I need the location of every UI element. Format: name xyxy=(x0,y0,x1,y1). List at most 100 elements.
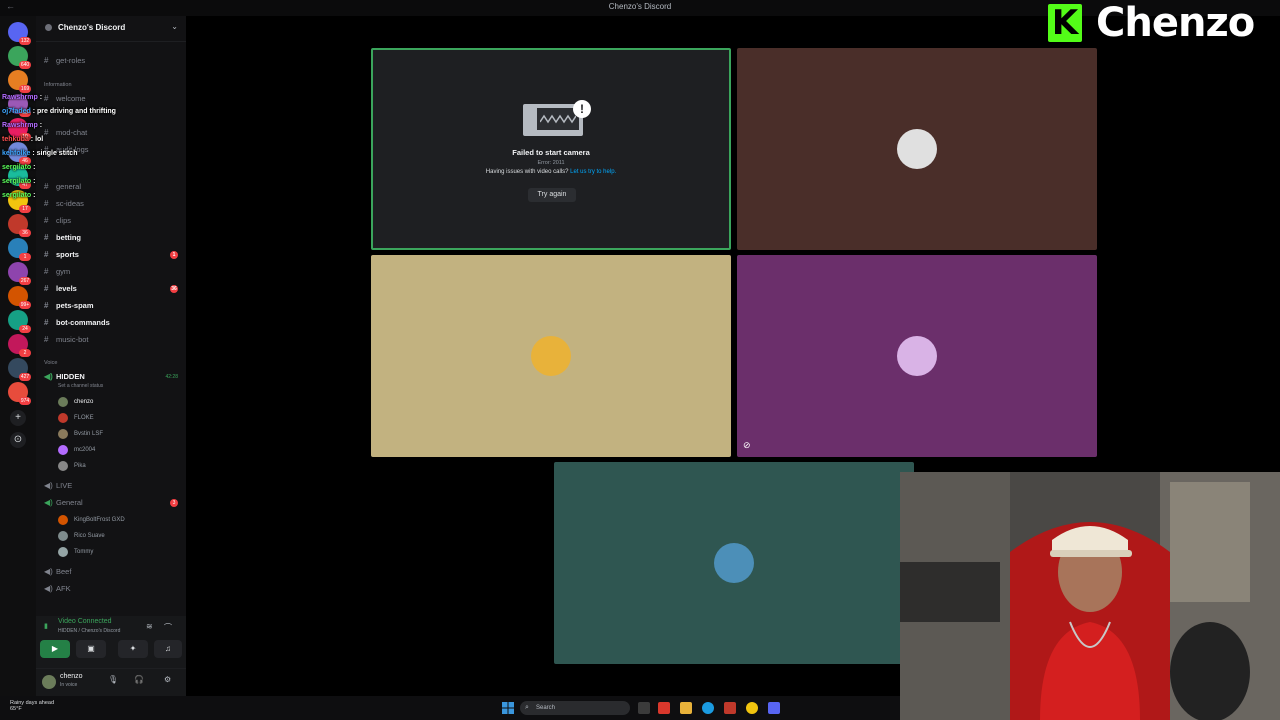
video-tile[interactable] xyxy=(371,255,731,457)
server-icon[interactable]: 267 xyxy=(8,262,31,285)
server-icon[interactable]: 2 xyxy=(8,334,31,357)
channel-label: get-roles xyxy=(56,56,86,65)
server-icon[interactable]: 640 xyxy=(8,46,31,69)
server-icon[interactable]: 1 xyxy=(8,238,31,261)
screen-share-button[interactable]: ▣ xyxy=(76,640,106,658)
try-again-button[interactable]: Try again xyxy=(528,188,576,202)
voice-channel-path[interactable]: HIDDEN / Chenzo's Discord xyxy=(58,628,120,634)
server-icon[interactable]: 974 xyxy=(8,382,31,405)
channel-gym[interactable]: # gym xyxy=(44,265,184,279)
server-header[interactable]: Chenzo's Discord ⌄ xyxy=(36,16,186,42)
voice-channel-hidden[interactable]: ◀) HIDDEN 42:28 xyxy=(44,370,184,384)
voice-user[interactable]: mc2004 xyxy=(58,443,182,457)
hash-icon: # xyxy=(44,56,49,65)
voice-channel-general[interactable]: ◀) General 3 xyxy=(44,496,184,510)
voice-channel-live[interactable]: ◀) LIVE xyxy=(44,479,184,493)
soundboard-button[interactable]: ♫ xyxy=(154,640,182,658)
noise-suppression-icon[interactable]: ≋ xyxy=(146,622,153,631)
server-badge: 24 xyxy=(19,325,31,333)
chrome-icon[interactable] xyxy=(746,702,758,714)
channel-bot-commands[interactable]: # bot-commands xyxy=(44,316,184,330)
file-explorer-icon[interactable] xyxy=(680,702,692,714)
video-tile[interactable] xyxy=(737,48,1097,250)
chevron-down-icon[interactable]: ⌄ xyxy=(171,22,178,31)
voice-status: Video Connected xyxy=(58,618,112,625)
channel-general[interactable]: # general xyxy=(44,180,184,194)
channel-status[interactable]: Set a channel status xyxy=(58,383,103,389)
signal-icon[interactable]: ▮ xyxy=(44,622,48,630)
chat-username: sergilato xyxy=(2,192,32,199)
voice-user[interactable]: KingBoltFrost GXD xyxy=(58,513,182,527)
taskbar-search[interactable]: ⌕ Search xyxy=(520,701,630,715)
task-view-icon[interactable] xyxy=(638,702,650,714)
channel-mod-chat[interactable]: # mod-chat xyxy=(44,126,184,140)
channel-betting[interactable]: # betting xyxy=(44,231,184,245)
channel-levels[interactable]: # levels 36 xyxy=(44,282,184,296)
channel-label: LIVE xyxy=(56,481,73,490)
add-server-button[interactable]: + xyxy=(10,410,26,426)
hash-icon: # xyxy=(44,335,49,344)
microphone-icon[interactable]: 🎙 xyxy=(108,675,118,684)
help-link[interactable]: Let us try to help. xyxy=(570,169,616,175)
server-badge: 17 xyxy=(19,205,31,213)
chat-text: : xyxy=(31,192,36,199)
voice-user-name: Tommy xyxy=(74,549,94,555)
server-icon[interactable]: 169 xyxy=(8,70,31,93)
discord-icon[interactable] xyxy=(768,702,780,714)
server-icon[interactable]: 36 xyxy=(8,214,31,237)
voice-user[interactable]: chenzo xyxy=(58,395,182,409)
camera-help-text: Having issues with video calls? Let us t… xyxy=(373,169,729,175)
server-badge: 427 xyxy=(19,373,31,381)
kick-logo: K Chenzo xyxy=(1046,0,1280,46)
camera-button[interactable]: ▶ xyxy=(40,640,70,658)
mention-badge: 36 xyxy=(170,285,178,293)
category-voice[interactable]: Voice xyxy=(44,360,57,366)
voice-user[interactable]: Rico Suave xyxy=(58,529,182,543)
channel-sidebar: Chenzo's Discord ⌄ # get-roles Informatio… xyxy=(36,16,186,696)
webcam-image xyxy=(900,472,1280,720)
channel-pets-spam[interactable]: # pets-spam xyxy=(44,299,184,313)
video-tile[interactable]: ⊘ xyxy=(737,255,1097,457)
voice-user[interactable]: FLOKE xyxy=(58,411,182,425)
voice-user[interactable]: Pika xyxy=(58,459,182,473)
avatar xyxy=(897,336,937,376)
channel-clips[interactable]: # clips xyxy=(44,214,184,228)
discover-button[interactable]: ⊙ xyxy=(10,432,26,448)
activities-button[interactable]: ✦ xyxy=(118,640,148,658)
category-information[interactable]: Information xyxy=(44,82,72,88)
voice-user-name: FLOKE xyxy=(74,415,94,421)
channel-sc-ideas[interactable]: # sc-ideas xyxy=(44,197,184,211)
channel-music-bot[interactable]: # music-bot xyxy=(44,333,184,347)
server-badge: 169 xyxy=(19,85,31,93)
channel-welcome[interactable]: # welcome xyxy=(44,92,184,106)
channel-sports[interactable]: # sports 1 xyxy=(44,248,184,262)
app-icon[interactable] xyxy=(658,702,670,714)
help-prefix: Having issues with video calls? xyxy=(485,169,569,175)
app-icon[interactable] xyxy=(724,702,736,714)
voice-user[interactable]: Bvstin LSF xyxy=(58,427,182,441)
avatar xyxy=(58,461,68,471)
avatar xyxy=(531,336,571,376)
gear-icon[interactable]: ⚙ xyxy=(164,675,171,684)
username[interactable]: chenzo xyxy=(60,673,83,680)
avatar[interactable] xyxy=(42,675,56,689)
server-icon[interactable]: 99+ xyxy=(8,286,31,309)
channel-get-roles[interactable]: # get-roles xyxy=(44,54,184,68)
video-tile[interactable] xyxy=(554,462,914,664)
disconnect-icon[interactable]: ⌒ xyxy=(164,622,172,633)
server-badge: 640 xyxy=(19,61,31,69)
server-icon[interactable]: 24 xyxy=(8,310,31,333)
headphones-icon[interactable]: 🎧 xyxy=(134,675,144,684)
voice-channel-afk[interactable]: ◀) AFK xyxy=(44,582,184,596)
weather-widget[interactable]: Rainy days ahead 65°F xyxy=(10,700,54,712)
server-icon[interactable]: 132 xyxy=(8,22,31,45)
server-badge: 267 xyxy=(19,277,31,285)
server-icon[interactable]: 427 xyxy=(8,358,31,381)
voice-channel-beef[interactable]: ◀) Beef xyxy=(44,565,184,579)
server-badge: 132 xyxy=(19,37,31,45)
voice-user[interactable]: Tommy xyxy=(58,545,182,559)
windows-start-icon[interactable] xyxy=(502,702,514,714)
edge-icon[interactable] xyxy=(702,702,714,714)
camera-error-code: Error: 2011 xyxy=(537,160,565,166)
video-tile-camera-failed[interactable]: ! Failed to start camera Error: 2011 Hav… xyxy=(371,48,731,250)
